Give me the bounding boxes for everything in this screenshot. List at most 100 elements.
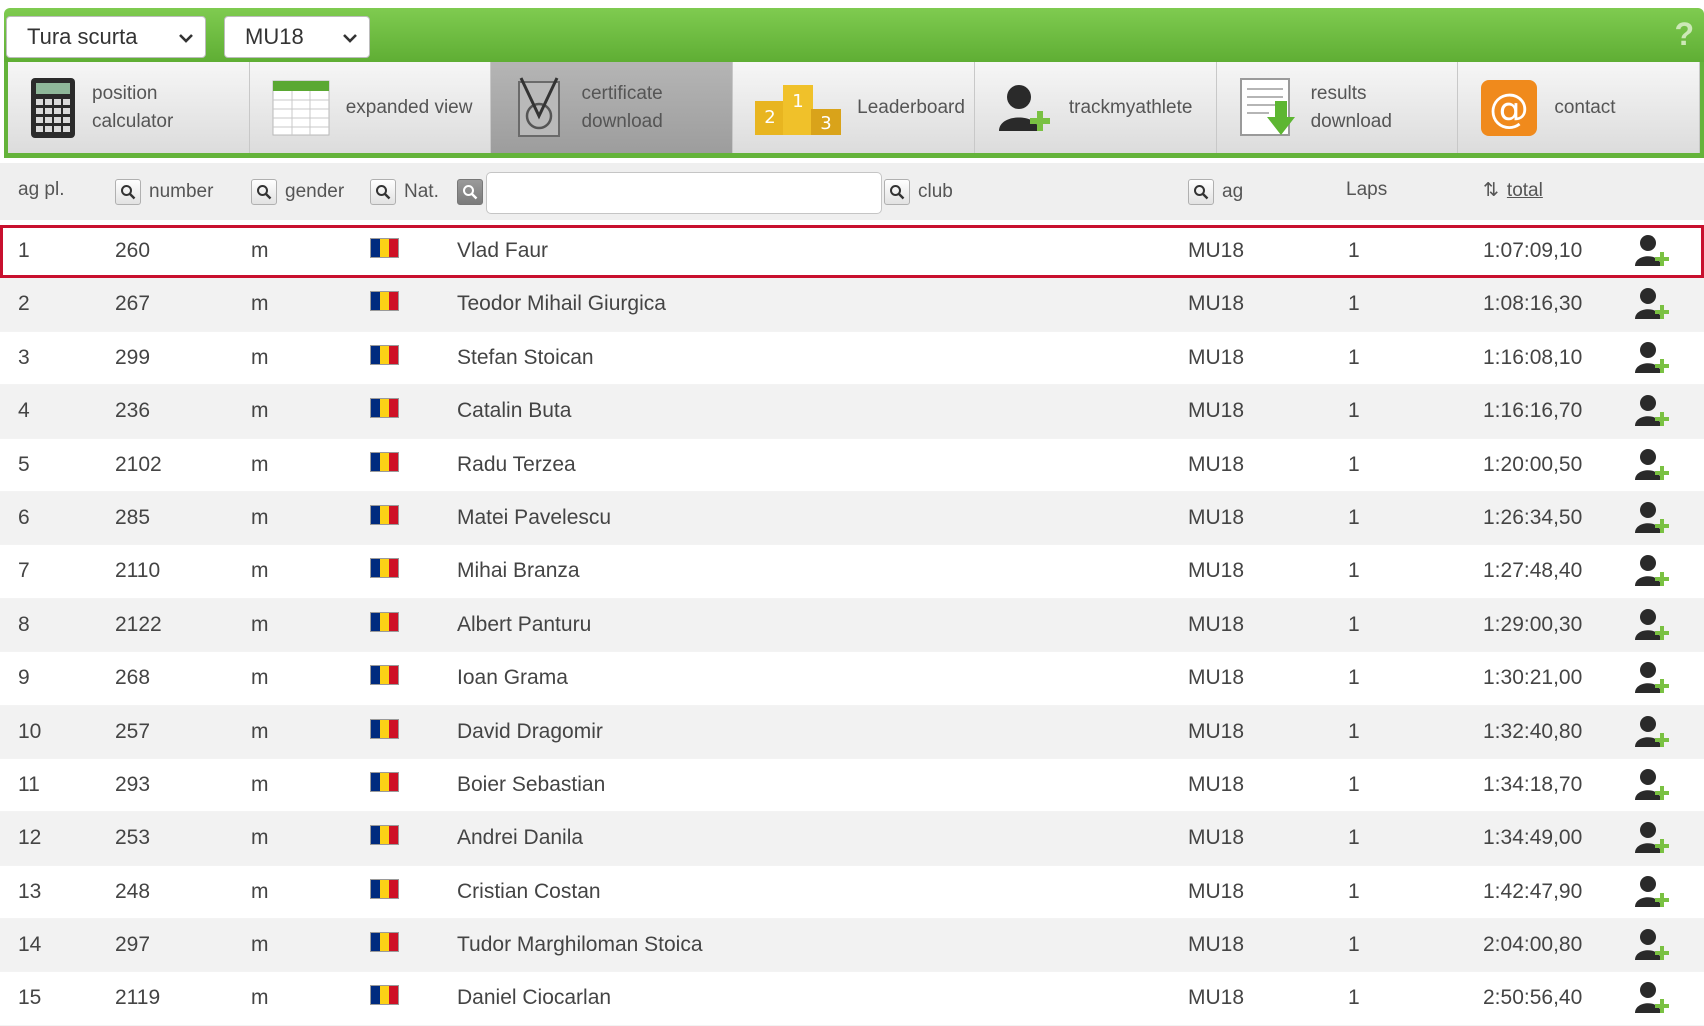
athlete-name-cell[interactable]: David Dragomir xyxy=(457,720,603,744)
at-sign-icon: @ xyxy=(1481,79,1538,136)
bib-number-cell: 2110 xyxy=(115,559,161,583)
search-icon[interactable] xyxy=(115,179,141,205)
search-icon[interactable] xyxy=(370,179,396,205)
table-row[interactable]: 5 2102 m Radu Terzea MU18 1 1:20:00,50 xyxy=(0,439,1704,492)
search-icon[interactable] xyxy=(1188,179,1214,205)
search-icon[interactable] xyxy=(457,179,483,205)
age-group-cell: MU18 xyxy=(1188,399,1245,423)
track-athlete-icon[interactable] xyxy=(1634,233,1670,275)
race-select[interactable]: Tura scurta xyxy=(6,16,206,58)
table-row[interactable]: 10 257 m David Dragomir MU18 1 1:32:40,8… xyxy=(0,705,1704,759)
track-athlete-icon[interactable] xyxy=(1634,660,1670,702)
column-header-total[interactable]: total xyxy=(1507,180,1543,202)
track-athlete-icon[interactable] xyxy=(1634,820,1670,862)
track-athlete-icon[interactable] xyxy=(1634,980,1670,1022)
table-row[interactable]: 13 248 m Cristian Costan MU18 1 1:42:47,… xyxy=(0,866,1704,920)
athlete-name-cell[interactable]: Radu Terzea xyxy=(457,453,576,477)
leaderboard-button[interactable]: 2 1 3 Leaderboard xyxy=(733,62,975,153)
total-time-cell: 1:08:16,30 xyxy=(1483,292,1583,316)
athlete-name-cell[interactable]: Mihai Branza xyxy=(457,559,580,583)
track-athlete-icon[interactable] xyxy=(1634,714,1670,756)
results-download-button[interactable]: results download xyxy=(1216,62,1459,153)
place-cell: 4 xyxy=(18,399,30,423)
table-row[interactable]: 12 253 m Andrei Danila MU18 1 1:34:49,00 xyxy=(0,812,1704,866)
table-row[interactable]: 2 267 m Teodor Mihail Giurgica MU18 1 1:… xyxy=(0,278,1704,332)
table-row[interactable]: 14 297 m Tudor Marghiloman Stoica MU18 1… xyxy=(0,919,1704,973)
romania-flag-icon xyxy=(370,611,399,632)
total-time-cell: 1:32:40,80 xyxy=(1483,719,1583,743)
table-row[interactable]: 7 2110 m Mihai Branza MU18 1 1:27:48,40 xyxy=(0,545,1704,599)
table-row[interactable]: 15 2119 m Daniel Ciocarlan MU18 1 2:50:5… xyxy=(0,972,1704,1026)
total-time-cell: 1:16:08,10 xyxy=(1483,345,1583,369)
chevron-down-icon xyxy=(179,34,193,43)
athlete-name-cell[interactable]: Teodor Mihail Giurgica xyxy=(457,292,666,316)
athlete-name-cell[interactable]: Tudor Marghiloman Stoica xyxy=(457,933,703,957)
place-cell: 15 xyxy=(18,986,42,1010)
track-athlete-icon[interactable] xyxy=(1634,927,1670,969)
search-icon[interactable] xyxy=(884,179,910,205)
table-row[interactable]: 8 2122 m Albert Panturu MU18 1 1:29:00,3… xyxy=(0,598,1704,653)
position-calculator-button[interactable]: position calculator xyxy=(8,62,250,153)
track-athlete-icon[interactable] xyxy=(1634,553,1670,595)
athlete-name-cell[interactable]: Daniel Ciocarlan xyxy=(457,986,611,1010)
track-athlete-icon[interactable] xyxy=(1634,767,1670,809)
place-cell: 2 xyxy=(18,292,30,316)
athlete-name-cell[interactable]: Cristian Costan xyxy=(457,880,601,904)
gender-cell: m xyxy=(251,719,269,743)
age-group-cell: MU18 xyxy=(1188,772,1245,796)
romania-flag-icon xyxy=(370,718,399,739)
table-row[interactable]: 11 293 m Boier Sebastian MU18 1 1:34:18,… xyxy=(0,759,1704,813)
contact-button[interactable]: @ contact xyxy=(1458,62,1701,153)
track-athlete-icon[interactable] xyxy=(1634,340,1670,382)
podium-icon: 2 1 3 xyxy=(755,84,842,135)
table-row[interactable]: 9 268 m Ioan Grama MU18 1 1:30:21,00 xyxy=(0,652,1704,706)
track-athlete-icon[interactable] xyxy=(1634,607,1670,649)
track-athlete-icon[interactable] xyxy=(1634,874,1670,916)
trackmyathlete-button[interactable]: trackmyathlete xyxy=(974,62,1217,153)
gender-cell: m xyxy=(251,612,269,636)
laps-cell: 1 xyxy=(1348,666,1360,690)
place-cell: 3 xyxy=(18,345,30,369)
athlete-name-cell[interactable]: Albert Panturu xyxy=(457,613,591,637)
track-athlete-icon[interactable] xyxy=(1634,500,1670,542)
category-select-value: MU18 xyxy=(245,24,304,49)
total-time-cell: 2:04:00,80 xyxy=(1483,933,1583,957)
track-athlete-icon[interactable] xyxy=(1634,393,1670,435)
bib-number-cell: 293 xyxy=(115,772,151,796)
athlete-name-cell[interactable]: Matei Pavelescu xyxy=(457,506,611,530)
laps-cell: 1 xyxy=(1348,826,1360,850)
romania-flag-icon xyxy=(370,771,399,792)
athlete-name-cell[interactable]: Vlad Faur xyxy=(457,239,548,263)
podium-label: 3 xyxy=(820,113,831,134)
athlete-name-cell[interactable]: Catalin Buta xyxy=(457,399,571,423)
age-group-cell: MU18 xyxy=(1188,292,1245,316)
romania-flag-icon xyxy=(370,504,399,525)
place-cell: 14 xyxy=(18,933,42,957)
track-athlete-icon[interactable] xyxy=(1634,447,1670,489)
table-row[interactable]: 3 299 m Stefan Stoican MU18 1 1:16:08,10 xyxy=(0,332,1704,386)
age-group-cell: MU18 xyxy=(1188,345,1245,369)
bib-number-cell: 260 xyxy=(115,239,151,262)
laps-cell: 1 xyxy=(1348,239,1360,262)
search-icon[interactable] xyxy=(251,179,277,205)
table-row[interactable]: 4 236 m Catalin Buta MU18 1 1:16:16,70 xyxy=(0,385,1704,439)
expanded-view-button[interactable]: expanded view xyxy=(249,62,492,153)
athlete-name-cell[interactable]: Ioan Grama xyxy=(457,666,568,690)
track-athlete-icon[interactable] xyxy=(1634,286,1670,328)
table-row[interactable]: 1 260 m Vlad Faur MU18 1 1:07:09,10 xyxy=(0,225,1704,279)
athlete-name-cell[interactable]: Andrei Danila xyxy=(457,826,583,850)
athlete-name-cell[interactable]: Boier Sebastian xyxy=(457,773,605,797)
certificate-icon xyxy=(518,76,561,137)
sort-icon[interactable]: ⇅ xyxy=(1483,179,1499,202)
name-search-input[interactable] xyxy=(486,172,882,214)
podium-label: 2 xyxy=(764,107,775,128)
tool-label: download xyxy=(1310,110,1392,132)
gender-cell: m xyxy=(251,345,269,369)
category-select[interactable]: MU18 xyxy=(224,16,370,58)
place-cell: 7 xyxy=(18,559,30,583)
athlete-name-cell[interactable]: Stefan Stoican xyxy=(457,346,594,370)
gender-cell: m xyxy=(251,505,269,529)
certificate-download-button[interactable]: certificate download xyxy=(491,62,734,153)
help-icon[interactable]: ? xyxy=(1674,16,1694,53)
table-row[interactable]: 6 285 m Matei Pavelescu MU18 1 1:26:34,5… xyxy=(0,491,1704,546)
